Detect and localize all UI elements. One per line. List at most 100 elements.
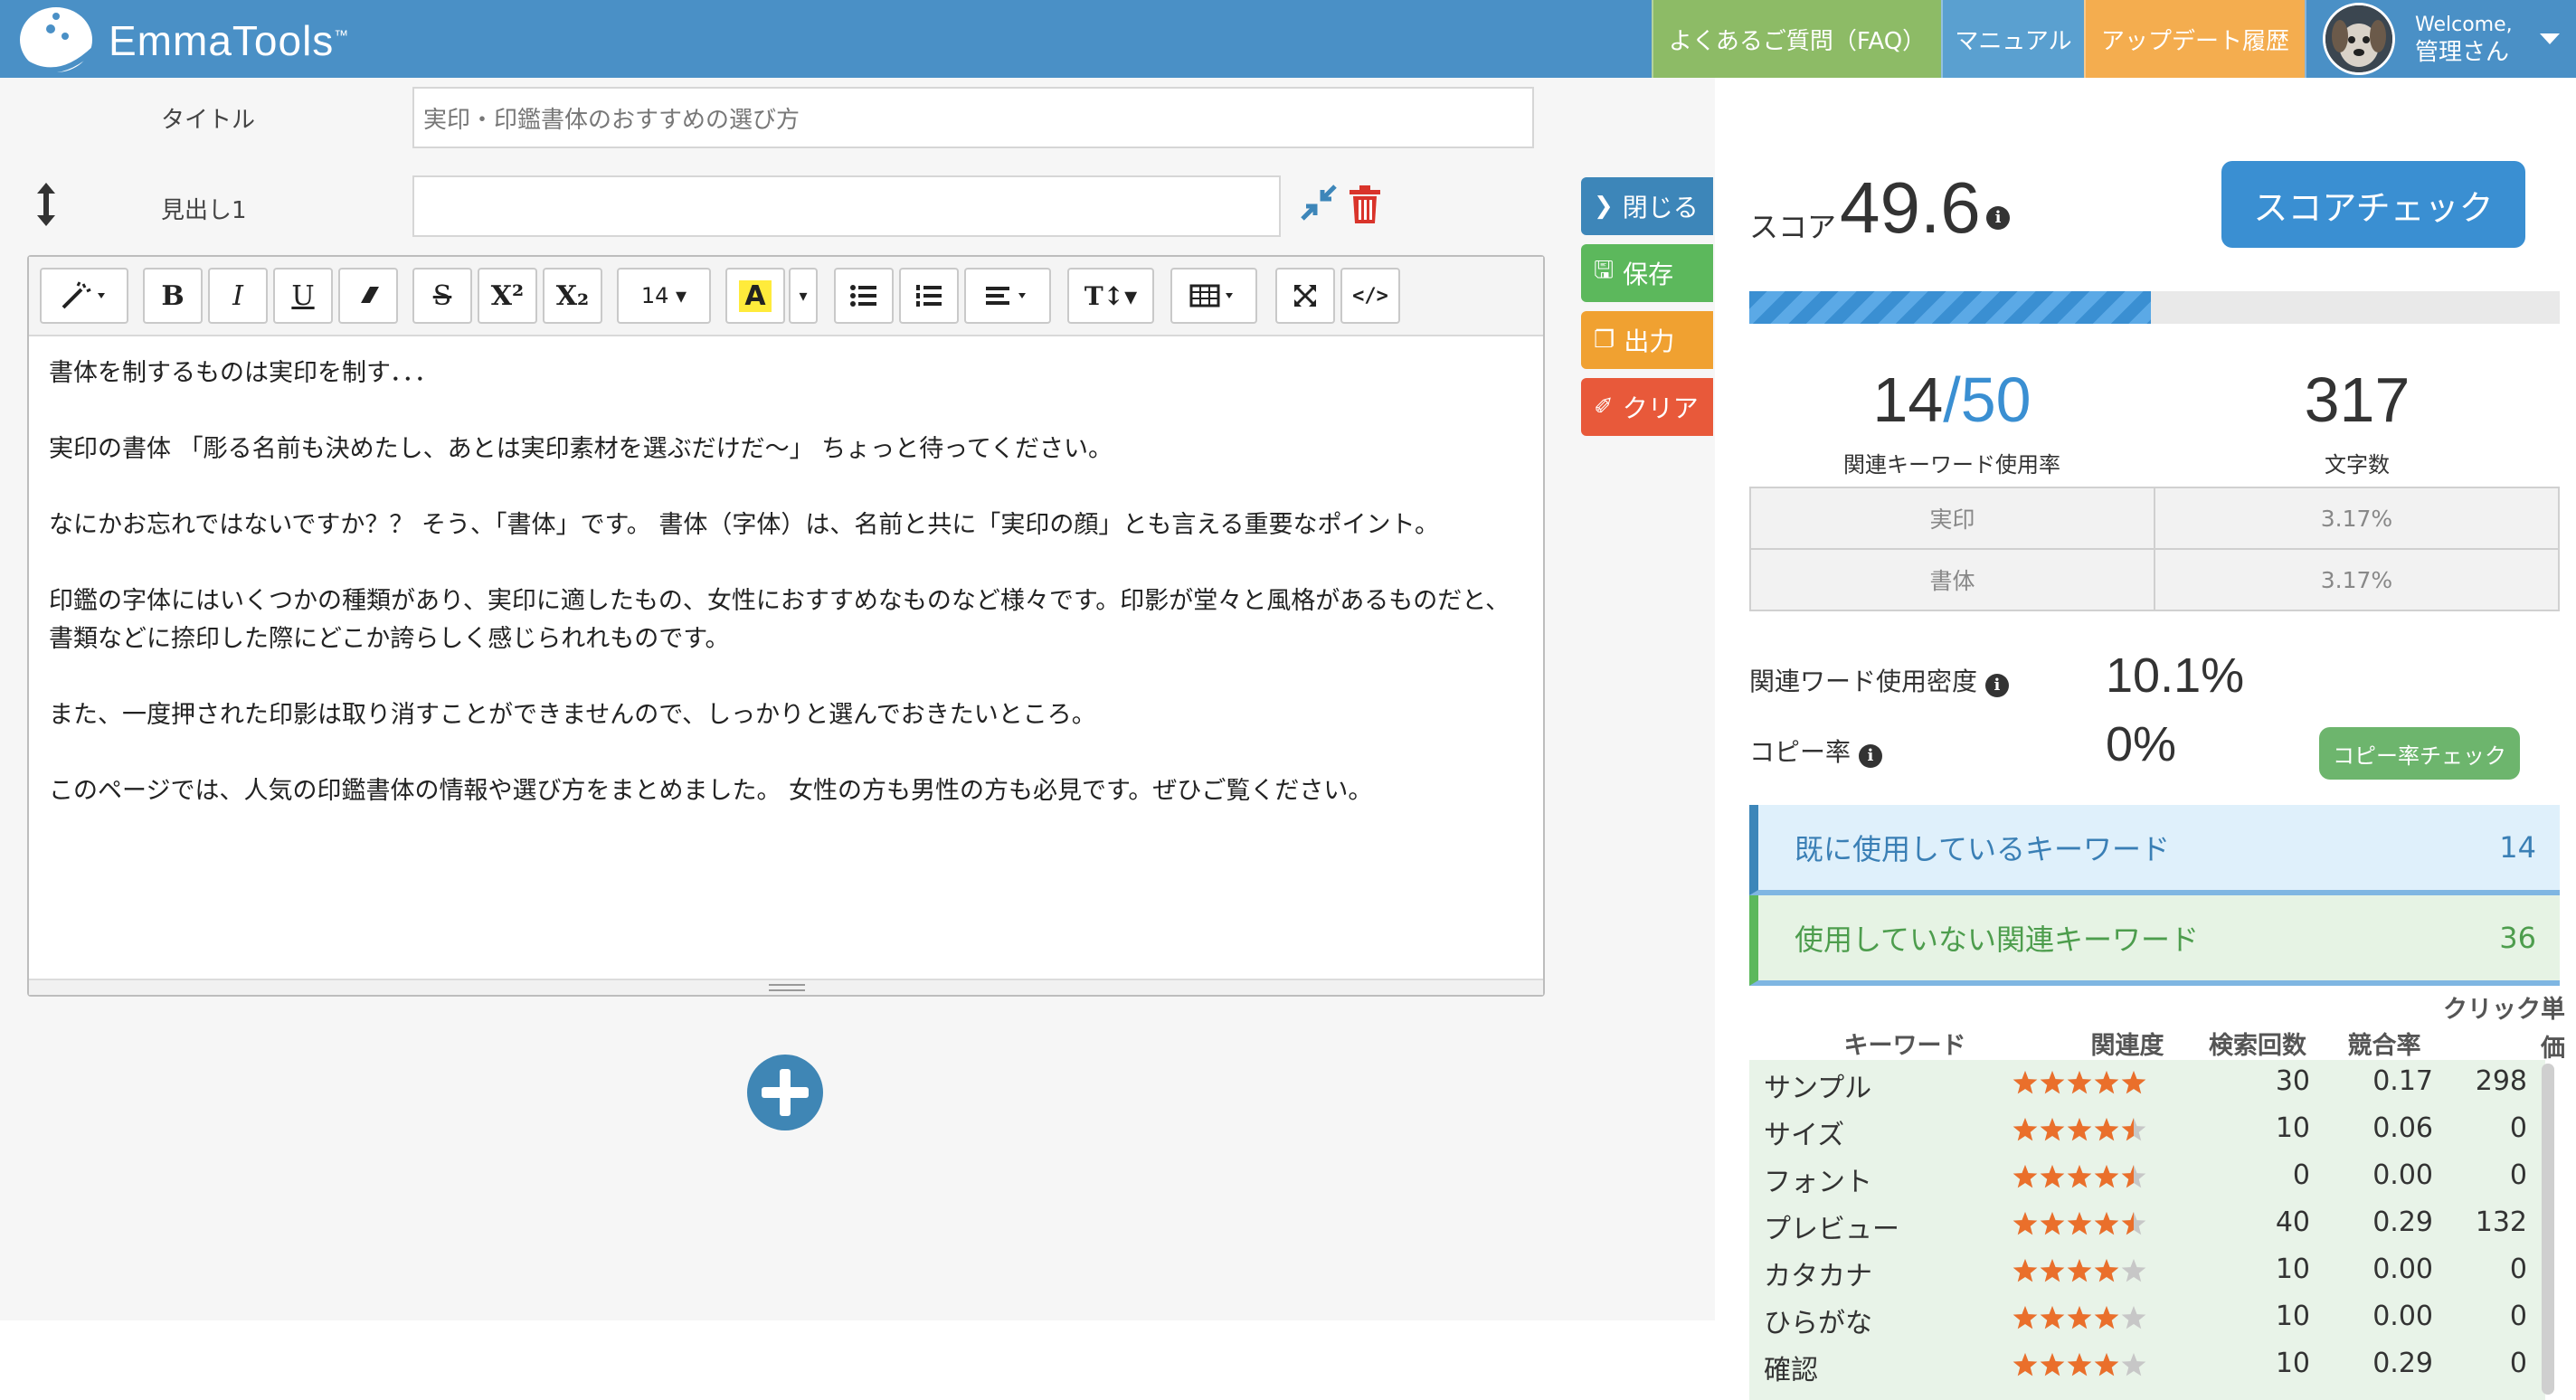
star-icon <box>2012 1259 2038 1282</box>
close-button[interactable]: ❯ 閉じる <box>1581 177 1713 235</box>
star-icon <box>2012 1165 2038 1188</box>
info-icon[interactable]: i <box>1984 674 2009 697</box>
subscript-button[interactable]: X₂ <box>543 268 602 324</box>
col-header-competition[interactable]: 競合率 <box>2330 1026 2439 1061</box>
highlight-button[interactable]: A <box>725 268 785 324</box>
copy-rate-value: 0% <box>2106 717 2177 771</box>
competition-rate: 0.29 <box>2372 1206 2433 1238</box>
star-icon <box>2067 1306 2092 1329</box>
table-row[interactable]: プレビュー 40 0.29 132 <box>1749 1201 2545 1248</box>
heading-input[interactable] <box>412 175 1281 237</box>
unused-keywords-toggle[interactable]: 使用していない関連キーワード 36 <box>1749 895 2560 986</box>
code-view-button[interactable]: </> <box>1340 268 1400 324</box>
emma-logo-icon[interactable] <box>14 4 98 74</box>
drag-vertical-icon[interactable] <box>33 181 60 228</box>
table-row[interactable]: 確認 10 0.29 0 <box>1749 1342 2545 1389</box>
trash-icon[interactable] <box>1348 184 1382 224</box>
keyword-list-scrollbar[interactable] <box>2542 1064 2554 1395</box>
info-icon[interactable]: i <box>1858 744 1882 768</box>
score-progress-bar <box>1749 291 2560 324</box>
score-check-button[interactable]: スコアチェック <box>2221 161 2525 248</box>
nav-faq-label: よくあるご質問（FAQ） <box>1668 27 1927 55</box>
table-insert-button[interactable] <box>1170 268 1257 324</box>
search-count: 30 <box>2275 1065 2310 1097</box>
title-input[interactable]: 実印・印鑑書体のおすすめの選び方 <box>412 87 1534 148</box>
rich-text-editor[interactable]: B I U S X² X₂ 14 ▾ A ▾ T↕▾ </> 書体を制するものは… <box>27 255 1545 997</box>
nav-faq[interactable]: よくあるご質問（FAQ） <box>1652 0 1941 78</box>
text-style-select[interactable]: T↕▾ <box>1067 268 1154 324</box>
keyword-name: カタカナ <box>1764 1261 1872 1292</box>
rate-cell: 3.17% <box>2153 487 2561 550</box>
bold-button[interactable]: B <box>143 268 203 324</box>
italic-button[interactable]: I <box>208 268 268 324</box>
align-left-icon <box>986 287 1026 305</box>
competition-rate: 0.00 <box>2372 1301 2433 1332</box>
editor-content[interactable]: 書体を制するものは実印を制す．．． 実印の書体 「彫る名前も決めたし、あとは実印… <box>49 355 1523 848</box>
table-row[interactable]: サンプル 30 0.17 298 <box>1749 1060 2545 1107</box>
underline-button[interactable]: U <box>273 268 333 324</box>
align-select[interactable] <box>964 268 1051 324</box>
chevron-down-icon[interactable] <box>2539 33 2560 44</box>
output-button[interactable]: ❐ 出力 <box>1581 311 1713 369</box>
star-icon <box>2121 1071 2146 1094</box>
star-rating <box>2012 1353 2146 1376</box>
font-size-select[interactable]: 14 ▾ <box>617 268 711 324</box>
underline-label: U <box>291 279 315 312</box>
star-icon <box>2040 1306 2065 1329</box>
magic-style-button[interactable] <box>40 268 128 324</box>
star-icon <box>2094 1165 2119 1188</box>
paragraph: 書体を制するものは実印を制す．．． <box>49 359 439 387</box>
eraser-icon: ✐ <box>1594 393 1614 421</box>
star-icon <box>2094 1071 2119 1094</box>
user-menu[interactable]: Welcome, 管理さん <box>2305 0 2576 78</box>
star-rating <box>2012 1071 2146 1094</box>
welcome-label: Welcome, <box>2415 14 2513 36</box>
brand-name[interactable]: EmmaTools™ <box>109 16 349 65</box>
keyword-usage-label: 関連キーワード使用率 <box>1843 452 2060 478</box>
numbered-list-button[interactable] <box>899 268 959 324</box>
table-row[interactable]: カタカナ 10 0.00 0 <box>1749 1248 2545 1295</box>
table-row[interactable]: フォント 0 0.00 0 <box>1749 1154 2545 1201</box>
density-label: 関連ワード使用密度 i <box>1749 662 2009 698</box>
expand-icon <box>1294 285 1316 307</box>
col-header-cpc[interactable]: クリック単 価 <box>2429 989 2565 1064</box>
save-button[interactable]: 🖫 保存 <box>1581 244 1713 302</box>
info-icon[interactable]: i <box>1986 206 2010 230</box>
star-icon <box>2121 1306 2146 1329</box>
fullscreen-button[interactable] <box>1275 268 1335 324</box>
nav-manual-label: マニュアル <box>1955 27 2072 55</box>
col-header-relevance[interactable]: 関連度 <box>2073 1026 2182 1061</box>
star-rating <box>2012 1118 2146 1141</box>
keyword-name: サイズ <box>1764 1120 1845 1151</box>
strikethrough-button[interactable]: S <box>412 268 472 324</box>
nav-manual[interactable]: マニュアル <box>1941 0 2084 78</box>
table-row[interactable]: サイズ 10 0.06 0 <box>1749 1107 2545 1154</box>
col-header-keyword[interactable]: キーワード <box>1805 1026 2004 1061</box>
compress-icon[interactable] <box>1299 183 1339 222</box>
score-panel: スコア 49.6 i スコアチェック 14/50 関連キーワード使用率 317 … <box>1715 78 2576 1400</box>
nav-update-history[interactable]: アップデート履歴 <box>2084 0 2305 78</box>
star-icon <box>2012 1118 2038 1141</box>
copy-rate-check-button[interactable]: コピー率チェック <box>2319 727 2520 780</box>
keyword-cell: 書体 <box>1749 548 2155 611</box>
cpc-header-line2: 価 <box>2541 1035 2565 1063</box>
clear-button[interactable]: ✐ クリア <box>1581 378 1713 436</box>
superscript-button[interactable]: X² <box>478 268 537 324</box>
competition-rate: 0.29 <box>2372 1348 2433 1379</box>
save-label: 保存 <box>1623 260 1674 289</box>
highlight-dropdown[interactable]: ▾ <box>789 268 818 324</box>
search-count: 0 <box>2292 1159 2310 1191</box>
paragraph: このページでは、人気の印鑑書体の情報や選び方をまとめました。 女性の方も男性の方… <box>49 777 1373 805</box>
editor-resize-handle[interactable] <box>29 979 1543 995</box>
clear-format-button[interactable] <box>338 268 398 324</box>
col-header-searches[interactable]: 検索回数 <box>2194 1026 2321 1061</box>
bullet-list-button[interactable] <box>834 268 894 324</box>
copy-label-text: コピー率 <box>1749 737 1852 767</box>
add-section-button[interactable] <box>747 1055 823 1130</box>
used-keywords-toggle[interactable]: 既に使用しているキーワード 14 <box>1749 805 2560 895</box>
table-row[interactable]: ひらがな 10 0.00 0 <box>1749 1295 2545 1342</box>
subscript-label: X₂ <box>555 279 590 312</box>
bold-label: B <box>161 279 185 312</box>
star-icon <box>2094 1118 2119 1141</box>
scrollbar-thumb[interactable] <box>2542 1064 2554 1395</box>
